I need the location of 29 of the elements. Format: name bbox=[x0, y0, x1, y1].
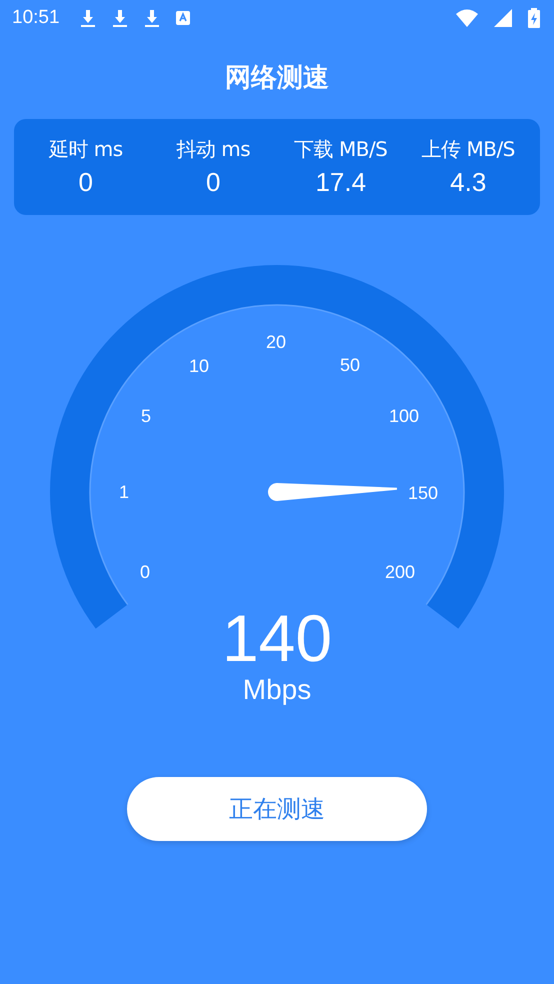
speed-unit: Mbps bbox=[242, 673, 312, 707]
scale-label: 20 bbox=[266, 332, 286, 352]
scale-label: 0 bbox=[140, 562, 150, 582]
speed-reading: 140 bbox=[220, 603, 334, 673]
stat-label: 延时 ms bbox=[48, 136, 123, 163]
stat-value: 0 bbox=[206, 167, 220, 198]
scale-label: 200 bbox=[384, 562, 416, 582]
battery-icon bbox=[528, 8, 540, 28]
stat-label: 下载 MB/S bbox=[294, 136, 388, 163]
scale-label: 50 bbox=[340, 355, 360, 375]
stat-label: 上传 MB/S bbox=[422, 136, 515, 163]
stat-value: 17.4 bbox=[315, 167, 366, 198]
download-icon bbox=[144, 8, 160, 28]
keyboard-icon bbox=[176, 11, 190, 25]
scale-label: 150 bbox=[408, 483, 438, 503]
stat-label: 抖动 ms bbox=[176, 136, 250, 163]
scale-label: 100 bbox=[388, 406, 420, 426]
download-icon bbox=[80, 8, 96, 28]
stat-value: 0 bbox=[78, 167, 93, 198]
stat-value: 4.3 bbox=[450, 167, 486, 198]
page-title: 网络测速 bbox=[224, 62, 330, 95]
signal-icon bbox=[494, 9, 512, 27]
testing-button[interactable]: 正在测速 bbox=[127, 777, 427, 841]
scale-label: 10 bbox=[188, 356, 210, 376]
status-time: 10:51 bbox=[12, 7, 60, 29]
scale-label: 1 bbox=[119, 482, 129, 502]
wifi-icon bbox=[456, 9, 478, 27]
download-icon bbox=[112, 8, 128, 28]
scale-label: 5 bbox=[141, 406, 151, 426]
